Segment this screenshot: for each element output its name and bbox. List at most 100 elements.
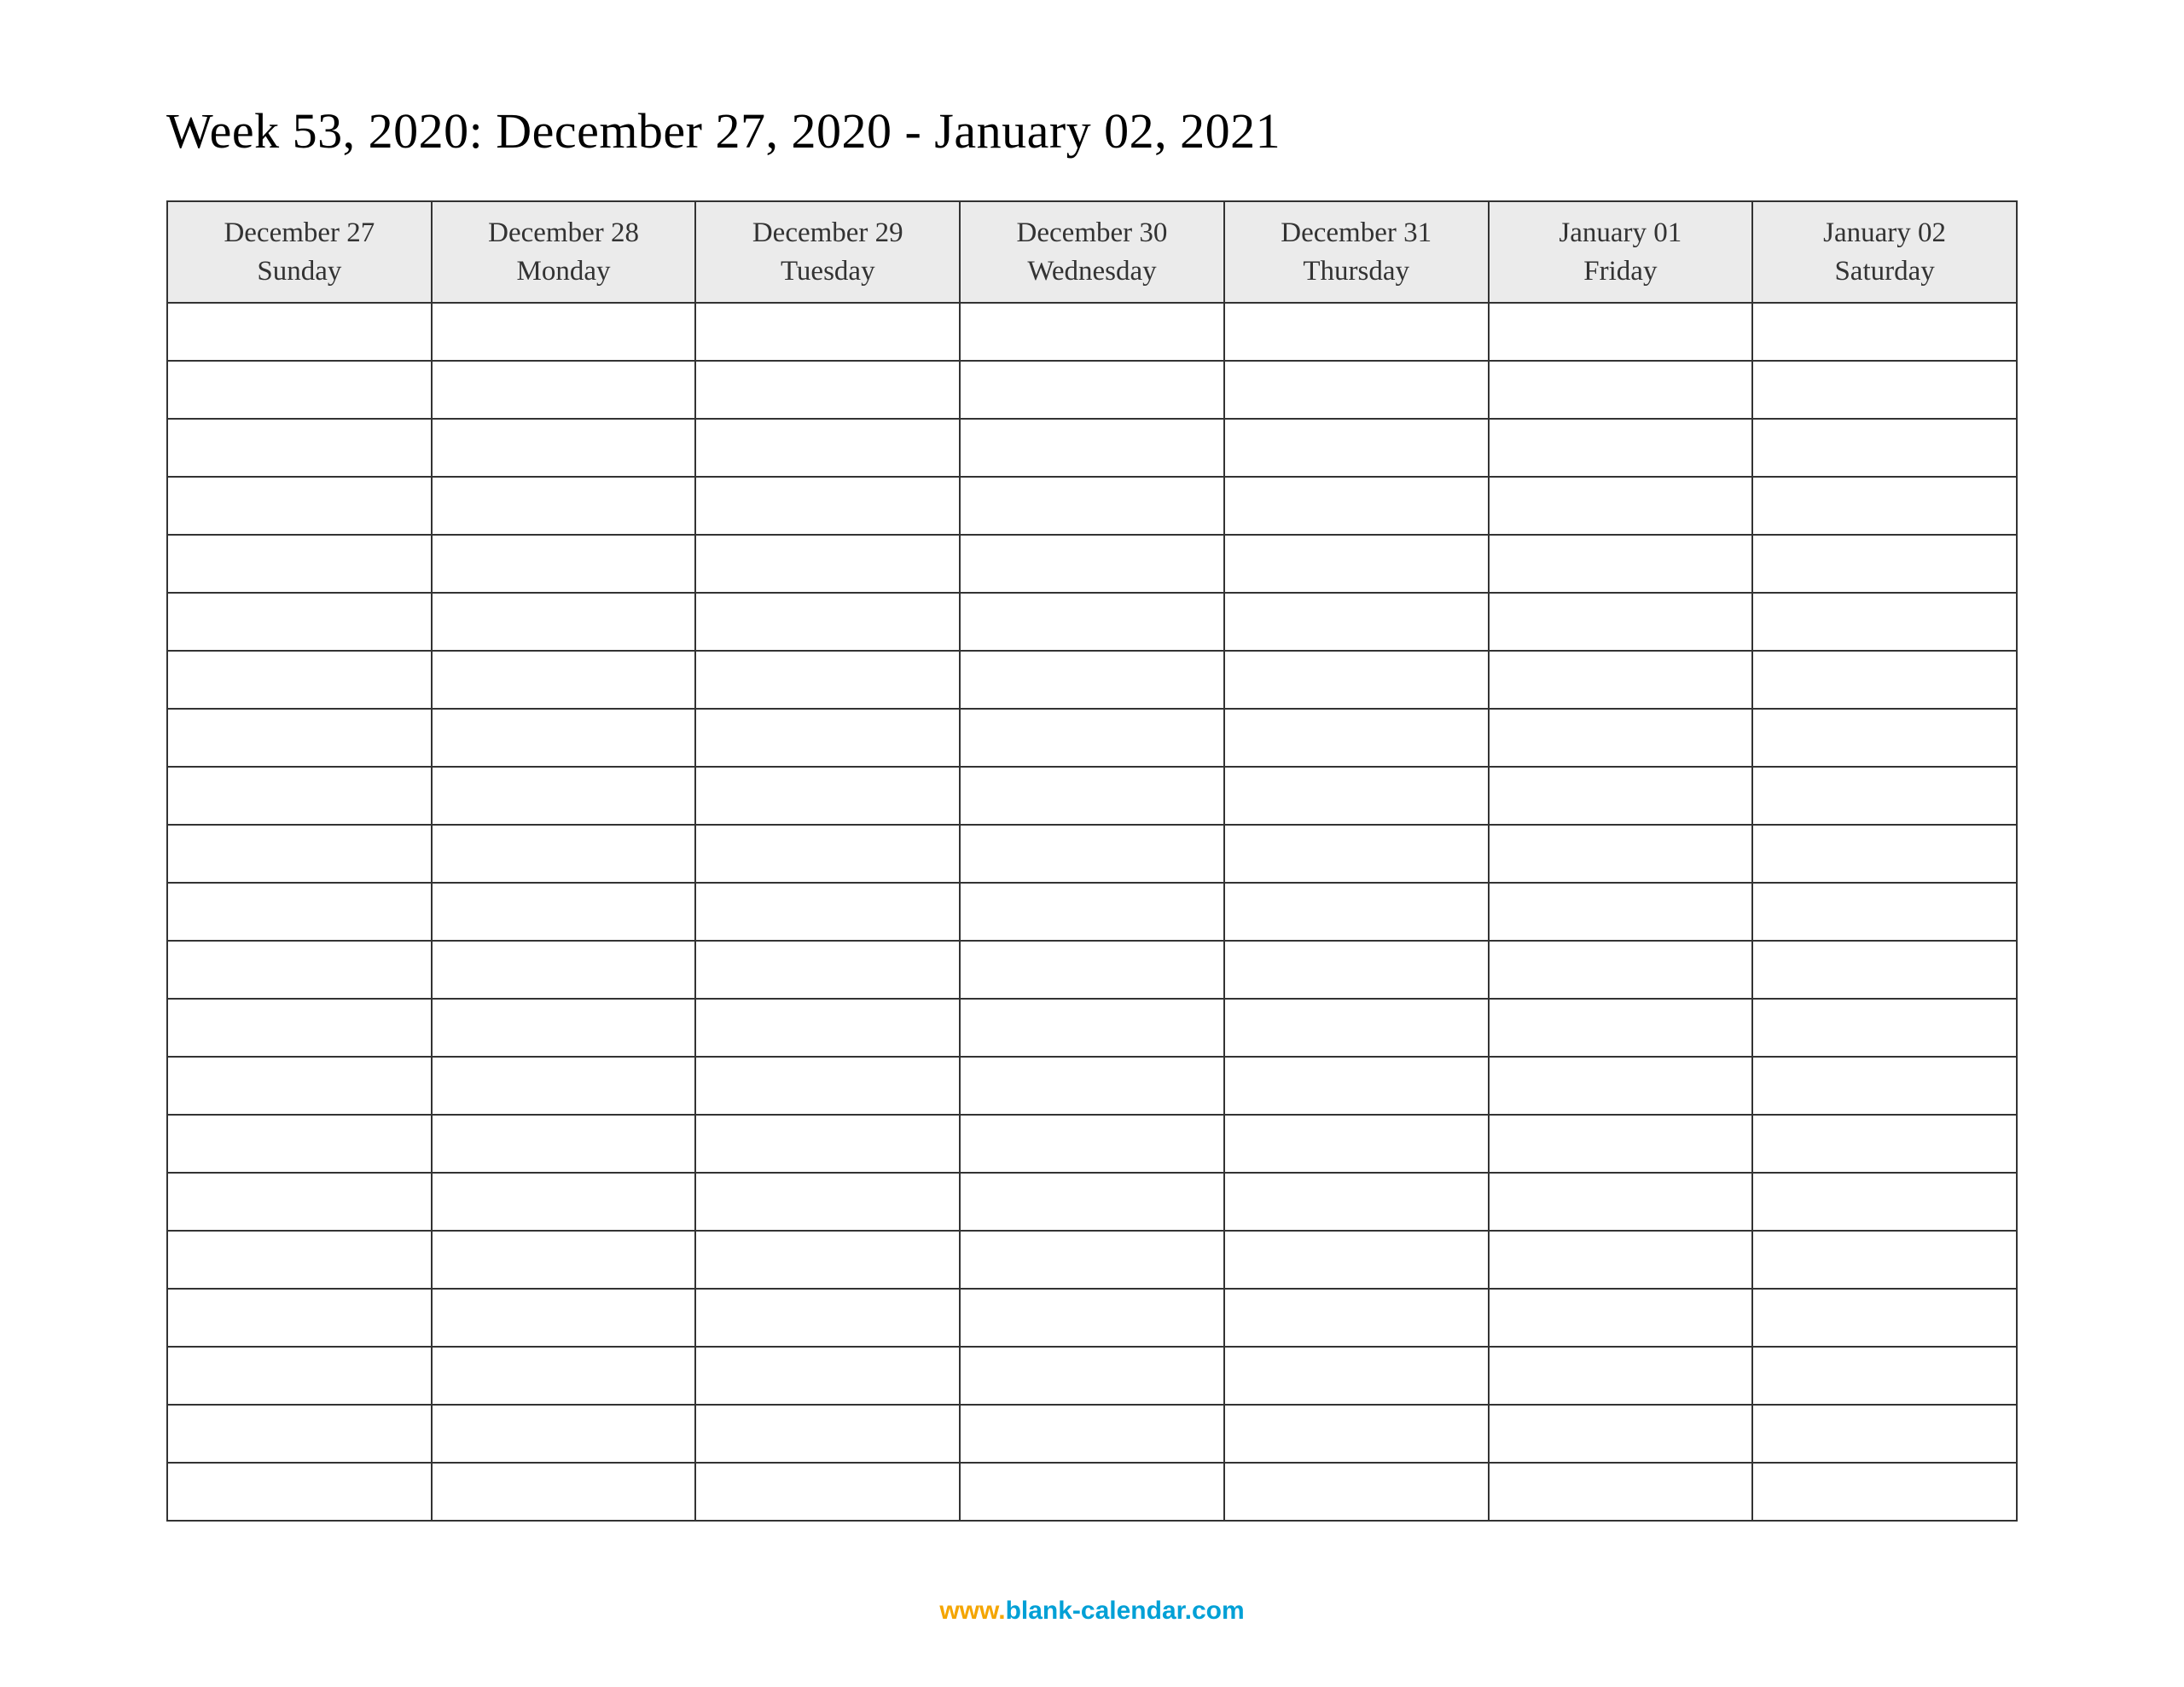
- calendar-cell: [167, 999, 432, 1057]
- calendar-cell: [695, 1115, 960, 1173]
- calendar-cell: [432, 303, 696, 361]
- calendar-row: [167, 535, 2017, 593]
- calendar-cell: [1224, 1405, 1489, 1463]
- calendar-cell: [167, 1463, 432, 1521]
- calendar-cell: [1224, 1231, 1489, 1289]
- calendar-cell: [1224, 651, 1489, 709]
- day-header-6: January 02 Saturday: [1752, 201, 2017, 303]
- calendar-cell: [432, 651, 696, 709]
- calendar-cell: [960, 1231, 1224, 1289]
- calendar-cell: [960, 999, 1224, 1057]
- calendar-cell: [960, 767, 1224, 825]
- calendar-cell: [432, 999, 696, 1057]
- calendar-cell: [1224, 767, 1489, 825]
- calendar-cell: [1489, 1463, 1753, 1521]
- calendar-cell: [432, 1347, 696, 1405]
- calendar-cell: [1489, 303, 1753, 361]
- calendar-cell: [1224, 825, 1489, 883]
- calendar-cell: [167, 593, 432, 651]
- day-header-weekday: Saturday: [1760, 252, 2009, 291]
- calendar-cell: [167, 1115, 432, 1173]
- calendar-cell: [695, 1405, 960, 1463]
- calendar-cell: [695, 419, 960, 477]
- calendar-cell: [1752, 941, 2017, 999]
- calendar-cell: [1752, 1405, 2017, 1463]
- day-header-date: December 27: [175, 214, 424, 252]
- calendar-cell: [167, 709, 432, 767]
- calendar-cell: [432, 1463, 696, 1521]
- calendar-cell: [1224, 1347, 1489, 1405]
- calendar-row: [167, 1463, 2017, 1521]
- calendar-row: [167, 1173, 2017, 1231]
- calendar-cell: [167, 767, 432, 825]
- calendar-cell: [695, 767, 960, 825]
- calendar-cell: [1224, 941, 1489, 999]
- day-header-0: December 27 Sunday: [167, 201, 432, 303]
- calendar-cell: [1752, 1231, 2017, 1289]
- calendar-row: [167, 1405, 2017, 1463]
- calendar-cell: [695, 1057, 960, 1115]
- calendar-cell: [960, 1115, 1224, 1173]
- day-header-2: December 29 Tuesday: [695, 201, 960, 303]
- calendar-cell: [1489, 1347, 1753, 1405]
- calendar-cell: [960, 1463, 1224, 1521]
- calendar-cell: [1489, 1231, 1753, 1289]
- calendar-cell: [167, 1057, 432, 1115]
- calendar-cell: [1752, 1057, 2017, 1115]
- calendar-cell: [960, 941, 1224, 999]
- calendar-cell: [167, 941, 432, 999]
- day-header-1: December 28 Monday: [432, 201, 696, 303]
- day-header-date: January 01: [1496, 214, 1745, 252]
- calendar-cell: [1752, 419, 2017, 477]
- calendar-cell: [1752, 709, 2017, 767]
- calendar-cell: [1752, 1173, 2017, 1231]
- calendar-cell: [432, 709, 696, 767]
- calendar-cell: [695, 593, 960, 651]
- calendar-cell: [167, 1173, 432, 1231]
- day-header-weekday: Sunday: [175, 252, 424, 291]
- day-header-weekday: Friday: [1496, 252, 1745, 291]
- calendar-cell: [432, 825, 696, 883]
- calendar-cell: [695, 1347, 960, 1405]
- footer-prefix: www.: [939, 1597, 1005, 1625]
- calendar-cell: [432, 767, 696, 825]
- calendar-cell: [695, 651, 960, 709]
- calendar-cell: [1224, 1289, 1489, 1347]
- calendar-row: [167, 999, 2017, 1057]
- calendar-cell: [1489, 883, 1753, 941]
- calendar-cell: [960, 535, 1224, 593]
- calendar-cell: [1752, 1289, 2017, 1347]
- calendar-cell: [1224, 883, 1489, 941]
- calendar-cell: [1224, 303, 1489, 361]
- day-header-weekday: Wednesday: [967, 252, 1217, 291]
- day-header-date: December 31: [1232, 214, 1481, 252]
- calendar-cell: [960, 1405, 1224, 1463]
- calendar-cell: [1752, 825, 2017, 883]
- calendar-cell: [432, 941, 696, 999]
- calendar-cell: [1489, 1173, 1753, 1231]
- calendar-row: [167, 419, 2017, 477]
- day-header-date: December 30: [967, 214, 1217, 252]
- calendar-cell: [432, 1289, 696, 1347]
- calendar-cell: [167, 535, 432, 593]
- calendar-cell: [1752, 477, 2017, 535]
- calendar-cell: [1224, 709, 1489, 767]
- footer-link: www.blank-calendar.com: [0, 1597, 2184, 1626]
- calendar-cell: [695, 1231, 960, 1289]
- calendar-cell: [1489, 419, 1753, 477]
- calendar-cell: [167, 303, 432, 361]
- calendar-cell: [432, 535, 696, 593]
- day-header-date: January 02: [1760, 214, 2009, 252]
- calendar-cell: [695, 941, 960, 999]
- calendar-header-row: December 27 Sunday December 28 Monday De…: [167, 201, 2017, 303]
- calendar-cell: [167, 1289, 432, 1347]
- calendar-row: [167, 303, 2017, 361]
- day-header-3: December 30 Wednesday: [960, 201, 1224, 303]
- calendar-cell: [432, 883, 696, 941]
- calendar-cell: [960, 477, 1224, 535]
- weekly-calendar-table: December 27 Sunday December 28 Monday De…: [166, 200, 2018, 1522]
- footer-domain: blank-calendar.com: [1006, 1597, 1245, 1625]
- calendar-cell: [960, 419, 1224, 477]
- calendar-cell: [960, 825, 1224, 883]
- calendar-cell: [1752, 303, 2017, 361]
